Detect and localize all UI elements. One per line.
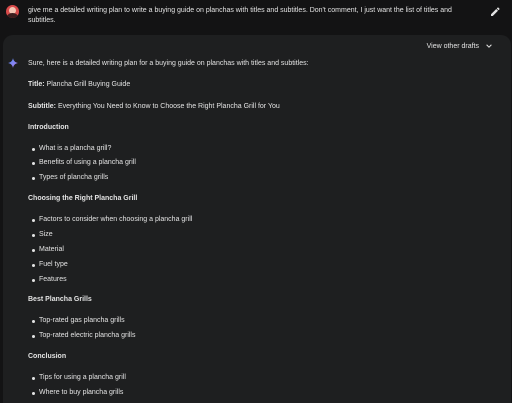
list-item: Where to buy plancha grills bbox=[32, 388, 123, 398]
list-item: What is a plancha grill? bbox=[32, 144, 111, 154]
view-other-drafts-label: View other drafts bbox=[426, 42, 479, 50]
list-item: Size bbox=[32, 230, 53, 240]
list-item: Factors to consider when choosing a plan… bbox=[32, 215, 192, 225]
list-item: Top-rated gas plancha grills bbox=[32, 316, 125, 326]
section-heading: Best Plancha Grills bbox=[28, 296, 92, 303]
response-card: View other drafts Sure, here is a detail… bbox=[3, 35, 511, 403]
user-prompt-text: give me a detailed writing plan to write… bbox=[28, 7, 452, 24]
list-item: Material bbox=[32, 245, 64, 255]
section-heading: Introduction bbox=[28, 124, 69, 131]
section-heading: Choosing the Right Plancha Grill bbox=[28, 195, 138, 202]
user-prompt-row: give me a detailed writing plan to write… bbox=[0, 0, 512, 34]
list-item: Types of plancha grills bbox=[32, 173, 108, 183]
chevron-down-icon bbox=[486, 44, 492, 48]
user-avatar bbox=[6, 5, 19, 18]
pencil-icon[interactable] bbox=[489, 6, 501, 18]
subtitle-value: Everything You Need to Know to Choose th… bbox=[56, 103, 280, 110]
list-item: Tips for using a plancha grill bbox=[32, 373, 126, 383]
view-other-drafts-button[interactable]: View other drafts bbox=[427, 41, 493, 51]
sparkle-icon bbox=[8, 58, 18, 68]
title-label: Title: bbox=[28, 81, 45, 88]
subtitle-line: Subtitle: Everything You Need to Know to… bbox=[28, 102, 280, 112]
list-item: Fuel type bbox=[32, 260, 68, 270]
title-value: Plancha Grill Buying Guide bbox=[44, 81, 131, 88]
response-intro: Sure, here is a detailed writing plan fo… bbox=[28, 60, 309, 67]
list-item: Features bbox=[32, 275, 67, 285]
subtitle-label: Subtitle: bbox=[28, 103, 56, 110]
list-item: Benefits of using a plancha grill bbox=[32, 158, 136, 168]
section-heading: Conclusion bbox=[28, 353, 67, 360]
title-line: Title: Plancha Grill Buying Guide bbox=[28, 80, 130, 90]
list-item: Top-rated electric plancha grills bbox=[32, 331, 136, 341]
